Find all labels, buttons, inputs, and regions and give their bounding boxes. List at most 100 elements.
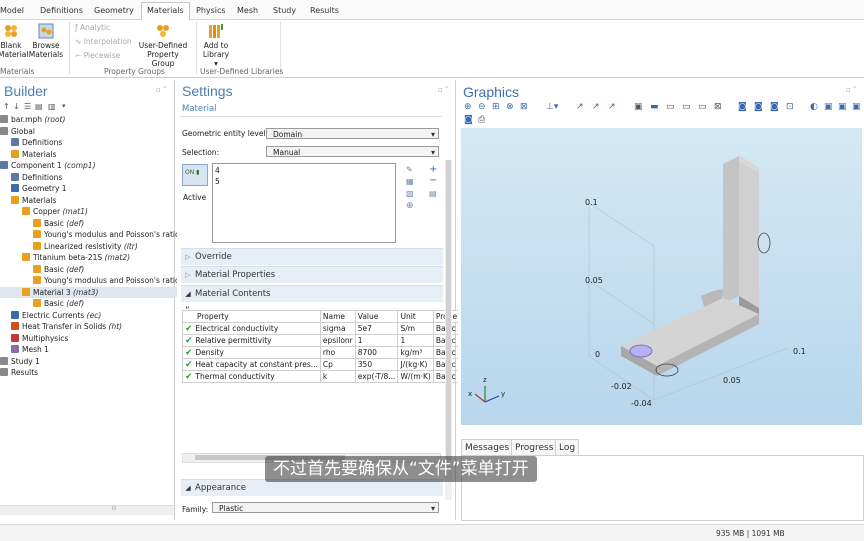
- tab-results[interactable]: Results: [310, 3, 339, 19]
- view-icon[interactable]: ▣: [824, 102, 833, 112]
- cell-property[interactable]: ✔ Heat capacity at constant pres...: [182, 358, 321, 371]
- table-row[interactable]: ✔ Relative permittivityepsilonr11Basic: [182, 334, 461, 347]
- tab-model[interactable]: Model: [0, 3, 24, 19]
- interpolation-button[interactable]: ∿ Interpolation: [75, 37, 132, 46]
- collapse-icon[interactable]: ▤: [35, 102, 43, 111]
- scroll-thumb[interactable]: ⦙⦙⦙: [112, 505, 116, 513]
- wireframe-icon[interactable]: ⊡: [786, 102, 794, 112]
- zoom-out-icon[interactable]: ⊖: [478, 102, 486, 112]
- table-row[interactable]: ✔ Electrical conductivitysigma5e7S/mBasi…: [182, 322, 461, 335]
- selected-hole[interactable]: [629, 344, 653, 358]
- section-material-contents[interactable]: ◢ Material Contents: [181, 285, 443, 302]
- expand-icon[interactable]: ▥: [48, 102, 56, 111]
- transparency-icon[interactable]: ◙: [770, 102, 779, 112]
- menu-chevron-icon[interactable]: ▾: [62, 102, 66, 110]
- paste-selection-icon[interactable]: ✎: [406, 165, 413, 174]
- col-property[interactable]: Property: [182, 310, 321, 323]
- tree-item[interactable]: Basic (def): [0, 264, 84, 275]
- scene-light-icon[interactable]: ◙: [754, 102, 763, 112]
- table-row[interactable]: ✔ Thermal conductivity k exp(-T/8... W/(m·K…: [182, 370, 461, 383]
- axis-orientation-icon[interactable]: ⊥▾: [546, 102, 558, 112]
- cell-property[interactable]: ✔ Thermal conductivity: [182, 370, 321, 383]
- tree-item[interactable]: Material 3 (mat3): [0, 286, 196, 298]
- add-to-library-button[interactable]: Add to Library ▾: [200, 23, 232, 68]
- tree-item[interactable]: Linearized resistivity (ltr): [0, 241, 138, 252]
- cell-name[interactable]: rho: [319, 346, 356, 359]
- selection-list[interactable]: 4 5: [212, 163, 396, 243]
- tree-item[interactable]: Titanium beta-21S (mat2): [0, 252, 130, 263]
- tree-item[interactable]: Basic (def): [0, 298, 84, 309]
- move-down-icon[interactable]: ↓: [13, 102, 20, 111]
- tab-mesh[interactable]: Mesh: [237, 3, 258, 19]
- builder-hscrollbar[interactable]: ⦙⦙⦙: [0, 505, 174, 515]
- zoom-selected-icon[interactable]: ⊗: [506, 102, 514, 112]
- active-toggle[interactable]: ON ▮: [182, 164, 208, 186]
- tab-progress[interactable]: Progress: [511, 439, 558, 456]
- cell-unit[interactable]: J/(kg·K): [397, 358, 434, 371]
- clear-selection-icon[interactable]: ▤: [429, 189, 437, 198]
- tree-item[interactable]: Geometry 1: [0, 183, 67, 194]
- create-selection-icon[interactable]: ⊕: [406, 201, 414, 211]
- tree-item[interactable]: Definitions: [0, 137, 62, 148]
- section-material-properties[interactable]: ▷ Material Properties: [181, 266, 443, 283]
- cell-value[interactable]: 350: [354, 358, 399, 371]
- table-row[interactable]: ✔ Heat capacity at constant pres... Cp 350…: [182, 358, 461, 371]
- scroll-thumb[interactable]: [446, 160, 451, 460]
- tree-item[interactable]: Electric Currents (ec): [0, 310, 101, 321]
- tree-item[interactable]: Heat Transfer in Solids (ht): [0, 321, 122, 332]
- xy-view-icon[interactable]: ↗: [576, 102, 584, 112]
- col-value[interactable]: Value: [354, 310, 399, 323]
- piecewise-button[interactable]: ⌐ Piecewise: [75, 51, 120, 60]
- select-boundaries-icon[interactable]: ▭: [666, 102, 675, 112]
- pin-icon[interactable]: ▫ ˅: [846, 86, 856, 94]
- tree-item[interactable]: bar.mph (root): [0, 114, 65, 125]
- pin-icon[interactable]: ▫ ˅: [156, 86, 166, 94]
- cell-property[interactable]: ✔ Electrical conductivity: [182, 322, 321, 335]
- cell-property[interactable]: ✔ Relative permittivity: [182, 334, 321, 347]
- cell-unit[interactable]: 1: [397, 334, 434, 347]
- tree-item[interactable]: Results: [0, 367, 38, 378]
- tab-study[interactable]: Study: [273, 3, 296, 19]
- blank-material-button[interactable]: Blank Material: [0, 23, 28, 59]
- cell-unit[interactable]: kg/m³: [397, 346, 434, 359]
- cell-property[interactable]: ✔ Density: [182, 346, 321, 359]
- tree-item[interactable]: Young's modulus and Poisson's ratio (E: [0, 229, 190, 240]
- tree-item[interactable]: Basic (def): [0, 218, 84, 229]
- tree-item[interactable]: Mesh 1: [0, 344, 49, 355]
- cell-value[interactable]: exp(-T/8...: [354, 370, 399, 383]
- zx-view-icon[interactable]: ↗: [608, 102, 616, 112]
- zoom-extents-icon[interactable]: ⊠: [520, 102, 528, 112]
- select-objects-icon[interactable]: ▣: [634, 102, 643, 112]
- tree-item[interactable]: Definitions: [0, 172, 62, 183]
- col-name[interactable]: Name: [319, 310, 356, 323]
- cell-value[interactable]: 1: [354, 334, 399, 347]
- zoom-box-icon[interactable]: ⊞: [492, 102, 500, 112]
- move-up-icon[interactable]: ↑: [3, 102, 10, 111]
- browse-materials-button[interactable]: Browse Materials: [28, 23, 64, 59]
- cell-name[interactable]: Cp: [319, 358, 356, 371]
- family-select[interactable]: Plastic: [212, 502, 439, 514]
- selection-item[interactable]: 5: [215, 177, 220, 186]
- view-icon-3[interactable]: ▣: [852, 102, 861, 112]
- select-edges-icon[interactable]: ▭: [682, 102, 691, 112]
- analytic-button[interactable]: ƒ Analytic: [75, 23, 110, 32]
- tab-definitions[interactable]: Definitions: [40, 3, 83, 19]
- tree-item[interactable]: Global: [0, 126, 35, 137]
- select-points-icon[interactable]: ▭: [698, 102, 707, 112]
- col-unit[interactable]: Unit: [397, 310, 434, 323]
- pin-icon[interactable]: ▫ ˅: [438, 86, 448, 94]
- tab-geometry[interactable]: Geometry: [94, 3, 134, 19]
- tab-messages[interactable]: Messages: [461, 439, 514, 456]
- cell-unit[interactable]: W/(m·K): [397, 370, 434, 383]
- section-override[interactable]: ▷ Override: [181, 248, 443, 265]
- zoom-in-icon[interactable]: ⊕: [464, 102, 472, 112]
- tree-item[interactable]: Copper (mat1): [0, 206, 88, 217]
- tab-materials[interactable]: Materials: [141, 2, 190, 20]
- image-snapshot-icon[interactable]: ◙: [464, 115, 473, 125]
- tab-physics[interactable]: Physics: [196, 3, 226, 19]
- selection-item[interactable]: 4: [215, 166, 220, 175]
- cell-name[interactable]: epsilonr: [319, 334, 356, 347]
- table-row[interactable]: ✔ Densityrho8700kg/m³Basic: [182, 346, 461, 359]
- cell-name[interactable]: k: [319, 370, 356, 383]
- selection-select[interactable]: Manual: [266, 146, 439, 158]
